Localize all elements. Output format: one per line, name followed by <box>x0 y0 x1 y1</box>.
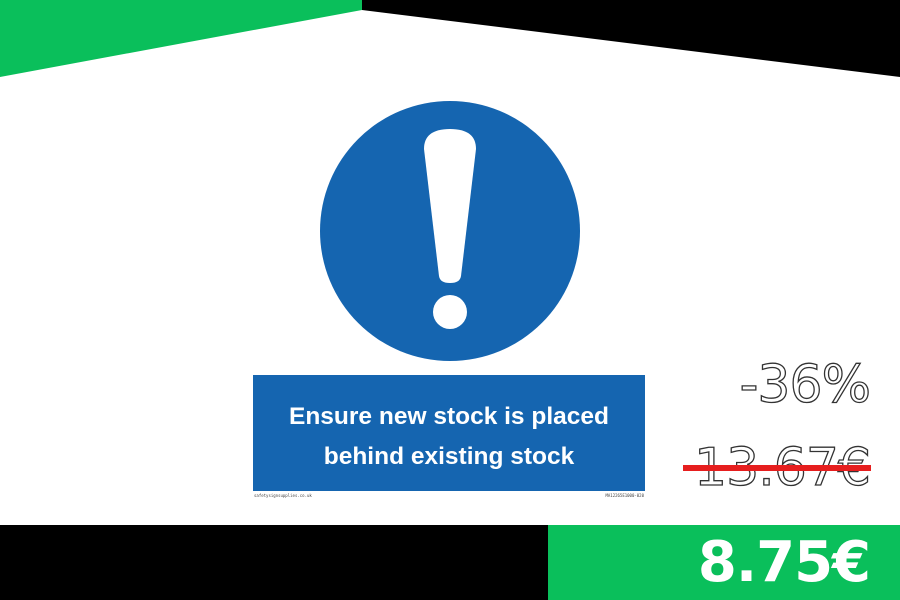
top-banner-black <box>362 0 900 77</box>
mandatory-sign-circle <box>320 101 580 361</box>
top-banner <box>0 0 900 77</box>
sign-text-line-1: Ensure new stock is placed <box>289 403 609 430</box>
sign-text-line-2: behind existing stock <box>323 443 575 470</box>
product-image: Ensure new stock is placed behind existi… <box>250 98 650 500</box>
top-banner-green <box>0 0 362 77</box>
strikethrough-line <box>683 465 871 471</box>
sign-text-panel: Ensure new stock is placed behind existi… <box>253 375 645 491</box>
new-price: 8.75€ <box>697 530 871 595</box>
bottom-bar-black <box>0 525 548 600</box>
sign-footer-website: safetysignsupplies.co.uk <box>254 493 312 498</box>
sign-footer-code: MA12265E1000-020 <box>605 493 644 498</box>
sign-text: Ensure new stock is placed behind existi… <box>253 397 645 477</box>
discount-badge: -36% <box>739 354 872 415</box>
